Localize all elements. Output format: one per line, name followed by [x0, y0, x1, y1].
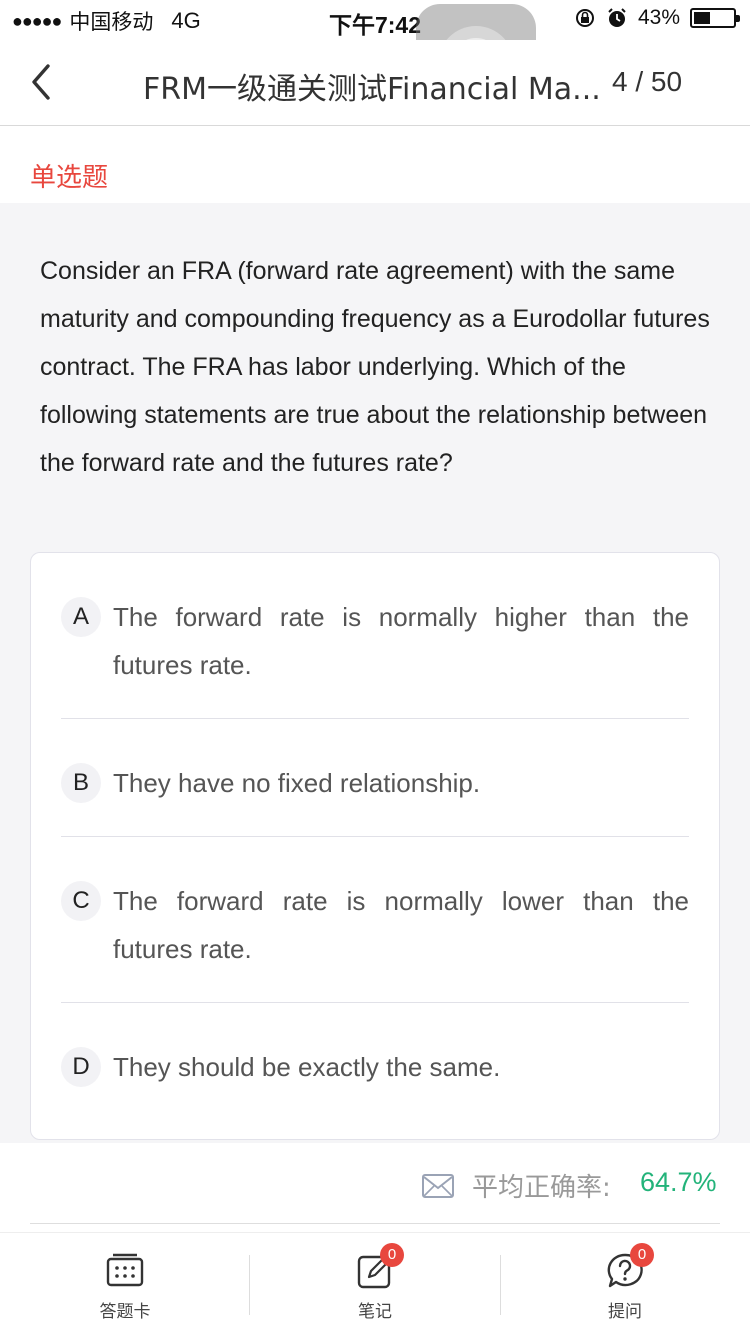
question-type-label: 单选题 — [30, 163, 109, 193]
ask-badge: 0 — [630, 1243, 654, 1267]
toolbar-label: 答题卡 — [99, 1302, 151, 1322]
accuracy-value: 64.7% — [640, 1167, 717, 1197]
option-letter: D — [61, 1047, 101, 1087]
option-text: The forward rate is normally lower than … — [113, 886, 689, 964]
rotation-lock-icon — [575, 9, 594, 27]
accuracy-label: 平均正确率: — [472, 1173, 611, 1203]
option-divider — [61, 836, 689, 837]
toolbar-label: 笔记 — [358, 1302, 392, 1322]
back-chevron-icon[interactable] — [22, 60, 62, 104]
battery-percent: 43% — [637, 6, 680, 29]
bottom-toolbar: 答题卡 0 笔记 0 提问 — [0, 1232, 750, 1334]
option-text: The forward rate is normally higher than… — [113, 602, 689, 680]
status-bar: ●●●●● 中国移动 4G 下午7:42 43% — [0, 0, 750, 40]
option-text: They have no fixed relationship. — [113, 768, 481, 798]
option-a[interactable]: A The forward rate is normally higher th… — [61, 589, 689, 689]
option-divider — [61, 718, 689, 719]
toolbar-label: 提问 — [608, 1302, 642, 1322]
question-text: Consider an FRA (forward rate agreement)… — [40, 257, 710, 477]
option-text: They should be exactly the same. — [113, 1052, 501, 1082]
option-divider — [61, 1002, 689, 1003]
answer-card-icon — [106, 1253, 144, 1287]
option-d[interactable]: D They should be exactly the same. — [61, 1039, 689, 1095]
alarm-icon — [608, 8, 626, 27]
option-letter: A — [61, 597, 101, 637]
question-content: Consider an FRA (forward rate agreement)… — [0, 203, 750, 1143]
battery-level — [694, 12, 710, 24]
mail-icon — [422, 1174, 454, 1198]
toolbar-ask[interactable]: 0 提问 — [500, 1233, 750, 1334]
question-type-row: 单选题 — [0, 127, 750, 203]
toolbar-notes[interactable]: 0 笔记 — [250, 1233, 500, 1334]
accuracy-row: 平均正确率: 64.7% — [0, 1143, 750, 1223]
option-letter: C — [61, 881, 101, 921]
option-c[interactable]: C The forward rate is normally lower tha… — [61, 873, 689, 973]
notes-badge: 0 — [380, 1243, 404, 1267]
option-letter: B — [61, 763, 101, 803]
status-right: 43% — [574, 6, 740, 30]
options-card: A The forward rate is normally higher th… — [30, 552, 720, 1140]
option-b[interactable]: B They have no fixed relationship. — [61, 755, 689, 811]
battery-icon — [690, 8, 740, 28]
question-counter: 4 / 50 — [612, 66, 683, 97]
divider — [30, 1223, 720, 1224]
nav-bar: FRM一级通关测试Financial Ma... 4 / 50 — [0, 40, 750, 126]
toolbar-answer-card[interactable]: 答题卡 — [0, 1233, 250, 1334]
page-title: FRM一级通关测试Financial Ma... — [143, 72, 601, 107]
